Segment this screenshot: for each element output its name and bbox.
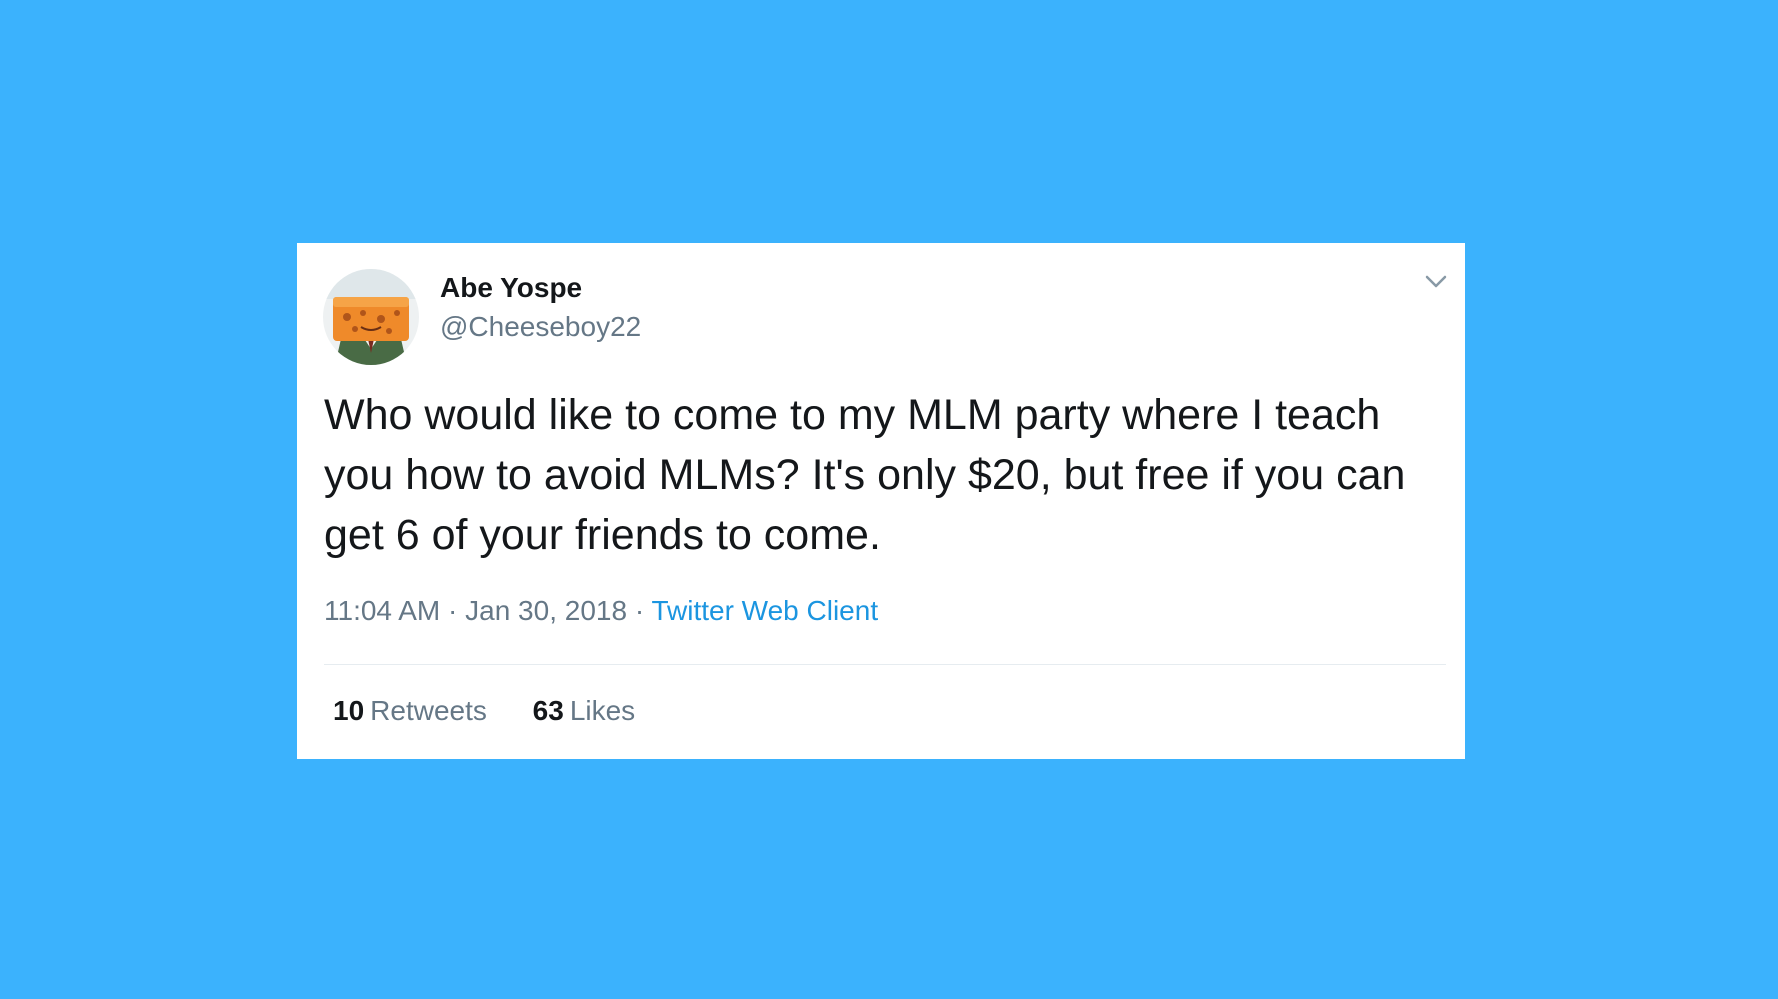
tweet-text: Who would like to come to my MLM party w… xyxy=(324,391,1406,559)
retweets-count: 10 xyxy=(333,695,365,726)
tweet-menu-button[interactable] xyxy=(1421,271,1451,293)
retweets-stat[interactable]: 10 Retweets xyxy=(333,695,487,727)
likes-stat[interactable]: 63 Likes xyxy=(533,695,636,727)
tweet-date[interactable]: Jan 30, 2018 xyxy=(465,595,627,626)
divider xyxy=(324,664,1446,665)
tweet-source-link[interactable]: Twitter Web Client xyxy=(651,595,878,626)
meta-separator: · xyxy=(448,595,458,626)
avatar[interactable] xyxy=(323,269,419,365)
chevron-down-icon xyxy=(1425,275,1447,288)
author-display-name[interactable]: Abe Yospe xyxy=(440,272,582,304)
tweet-time[interactable]: 11:04 AM xyxy=(324,595,440,626)
tweet-stats: 10 Retweets 63 Likes xyxy=(333,695,673,727)
likes-count: 63 xyxy=(532,695,564,726)
tweet-card: Abe Yospe @Cheeseboy22 Who would like to… xyxy=(297,243,1465,759)
cheese-character-avatar-icon xyxy=(323,269,419,365)
author-handle[interactable]: @Cheeseboy22 xyxy=(440,311,641,343)
retweets-label: Retweets xyxy=(370,695,487,726)
likes-label: Likes xyxy=(569,695,636,726)
tweet-metadata: 11:04 AM · Jan 30, 2018 · Twitter Web Cl… xyxy=(324,595,878,627)
meta-separator: · xyxy=(634,595,645,626)
